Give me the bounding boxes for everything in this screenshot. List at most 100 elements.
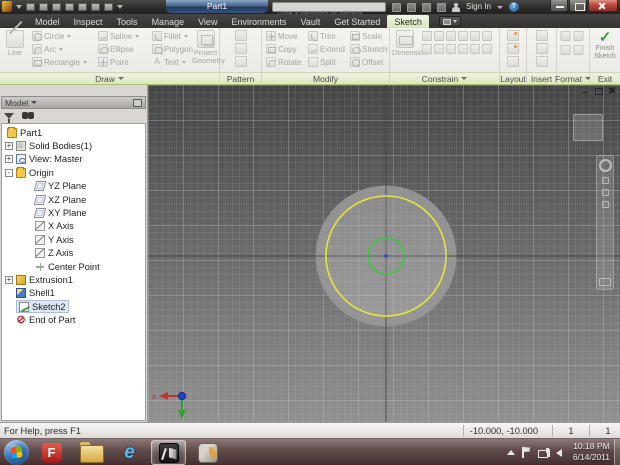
tab-vault[interactable]: Vault — [293, 15, 327, 28]
doc-close-icon[interactable] — [606, 86, 616, 95]
taskbar-app-f[interactable]: F — [34, 440, 69, 465]
driven-dimension-icon[interactable] — [573, 45, 584, 55]
offset-tool-button[interactable]: Offset — [350, 56, 387, 68]
browser-header[interactable]: Model — [1, 96, 146, 109]
trim-tool-button[interactable]: Trim — [308, 30, 345, 42]
new-file-icon[interactable] — [26, 2, 35, 11]
expand-icon[interactable]: + — [5, 155, 13, 164]
panel-label-constrain[interactable]: Constrain — [390, 72, 499, 85]
action-center-flag-icon[interactable] — [522, 447, 531, 458]
subscription-center-icon[interactable] — [407, 2, 416, 12]
tree-item-z-axis[interactable]: Z Axis — [2, 247, 145, 260]
polygon-tool-button[interactable]: Polygon — [152, 43, 193, 55]
expand-icon[interactable]: + — [5, 142, 13, 151]
sign-in-person-icon[interactable] — [452, 2, 460, 12]
project-geometry-button[interactable]: Project Geometry — [192, 30, 225, 65]
rectangular-pattern-icon[interactable] — [234, 30, 247, 41]
panel-label-modify[interactable]: Modify — [262, 72, 389, 85]
favorites-star-icon[interactable] — [437, 2, 446, 12]
fix-constraint-icon[interactable] — [458, 31, 468, 41]
tab-sketch[interactable]: Sketch — [387, 15, 429, 28]
volume-icon[interactable] — [547, 448, 562, 457]
viewcube[interactable] — [573, 114, 603, 141]
save-icon[interactable] — [52, 2, 61, 11]
equal-constraint-icon[interactable] — [482, 44, 492, 54]
copy-tool-button[interactable]: Copy — [266, 43, 302, 55]
zoom-icon[interactable] — [601, 189, 609, 196]
taskbar-app-inventor[interactable] — [151, 440, 186, 465]
doc-minimize-icon[interactable] — [580, 86, 590, 95]
finish-sketch-button[interactable]: ✓ Finish Sketch — [590, 30, 620, 60]
find-icon[interactable] — [22, 111, 34, 120]
browser-header-dropdown-icon[interactable] — [31, 101, 38, 104]
vertical-constraint-icon[interactable] — [434, 44, 444, 54]
taskbar-app-internet-explorer[interactable]: e — [112, 440, 147, 465]
close-button[interactable] — [588, 0, 618, 12]
arc-dropdown-icon[interactable] — [59, 47, 63, 51]
redo-icon[interactable] — [78, 2, 87, 11]
spline-tool-button[interactable]: Spline — [98, 30, 140, 42]
inventor-app-menu-icon[interactable] — [2, 1, 12, 12]
panel-label-pattern[interactable]: Pattern — [220, 72, 261, 85]
concentric-constraint-icon[interactable] — [446, 31, 456, 41]
show-hidden-icons-icon[interactable] — [507, 450, 515, 455]
qat-customize-dropdown-icon[interactable] — [117, 4, 123, 9]
centerline-format-icon[interactable] — [573, 31, 584, 41]
tree-item-yz-plane[interactable]: YZ Plane — [2, 180, 145, 193]
steering-wheel-icon[interactable] — [598, 159, 612, 172]
panel-label-insert[interactable]: Insert — [527, 72, 556, 85]
search-options-icon[interactable] — [392, 2, 401, 12]
browser-pin-icon[interactable] — [133, 98, 142, 107]
tree-item-view-master[interactable]: + View: Master — [2, 153, 145, 166]
help-icon[interactable]: ? — [508, 2, 519, 12]
panel-label-draw[interactable]: Draw — [0, 72, 219, 85]
tree-item-extrusion1[interactable]: + Extrusion1 — [2, 273, 145, 286]
tree-item-sketch2[interactable]: Sketch2 — [2, 300, 145, 314]
horizontal-constraint-icon[interactable] — [422, 44, 432, 54]
maximize-button[interactable] — [569, 0, 587, 12]
orbit-icon[interactable] — [601, 201, 609, 208]
text-dropdown-icon[interactable] — [181, 60, 186, 64]
center-point-marker[interactable] — [384, 254, 388, 258]
taskbar-clock[interactable]: 10:18 PM 6/14/2011 — [573, 441, 610, 463]
tree-item-x-axis[interactable]: X Axis — [2, 220, 145, 233]
panel-label-layout[interactable]: Layout — [500, 72, 526, 85]
minimize-button[interactable] — [550, 0, 568, 12]
tangent-constraint-icon[interactable] — [446, 44, 456, 54]
taskbar-app-explorer[interactable] — [73, 440, 108, 465]
tree-item-end-of-part[interactable]: ⊘ End of Part — [2, 313, 145, 326]
doc-restore-icon[interactable] — [593, 86, 603, 95]
arc-tool-button[interactable]: Arc — [32, 43, 87, 56]
pan-icon[interactable] — [601, 177, 609, 184]
create-block-icon[interactable] — [507, 56, 519, 67]
show-desktop-button[interactable] — [614, 439, 620, 465]
extend-tool-button[interactable]: Extend — [308, 43, 345, 55]
point-tool-button[interactable]: Point — [98, 56, 139, 68]
sign-in-button[interactable]: Sign In — [466, 2, 491, 12]
expand-icon[interactable]: + — [5, 275, 13, 284]
undo-icon[interactable] — [65, 2, 74, 11]
circle-tool-button[interactable]: Circle — [32, 30, 87, 42]
navbar-options-icon[interactable] — [599, 278, 611, 286]
insert-acad-icon[interactable] — [535, 56, 548, 67]
panel-label-format[interactable]: Format — [555, 72, 591, 85]
smooth-constraint-icon[interactable] — [458, 44, 468, 54]
rotate-tool-button[interactable]: Rotate — [266, 56, 302, 69]
tree-item-solid-bodies[interactable]: + Solid Bodies(1) — [2, 139, 145, 152]
communication-center-icon[interactable] — [422, 2, 431, 12]
move-tool-button[interactable]: Move — [266, 30, 302, 42]
make-part-icon[interactable] — [507, 30, 519, 41]
insert-image-icon[interactable] — [535, 30, 548, 41]
tab-get-started[interactable]: Get Started — [327, 15, 387, 28]
circle-dropdown-icon[interactable] — [67, 34, 72, 38]
fillet-tool-button[interactable]: Fillet — [152, 30, 193, 42]
fillet-dropdown-icon[interactable] — [183, 34, 188, 38]
spline-dropdown-icon[interactable] — [135, 34, 140, 38]
taskbar-app-5[interactable] — [190, 440, 225, 465]
tree-item-part1[interactable]: Part1 — [2, 126, 145, 139]
open-file-icon[interactable] — [39, 2, 48, 11]
parallel-constraint-icon[interactable] — [470, 31, 480, 41]
collapse-icon[interactable]: - — [5, 168, 13, 177]
sign-in-dropdown-icon[interactable] — [496, 5, 503, 9]
graphics-canvas[interactable]: x — [148, 85, 620, 422]
